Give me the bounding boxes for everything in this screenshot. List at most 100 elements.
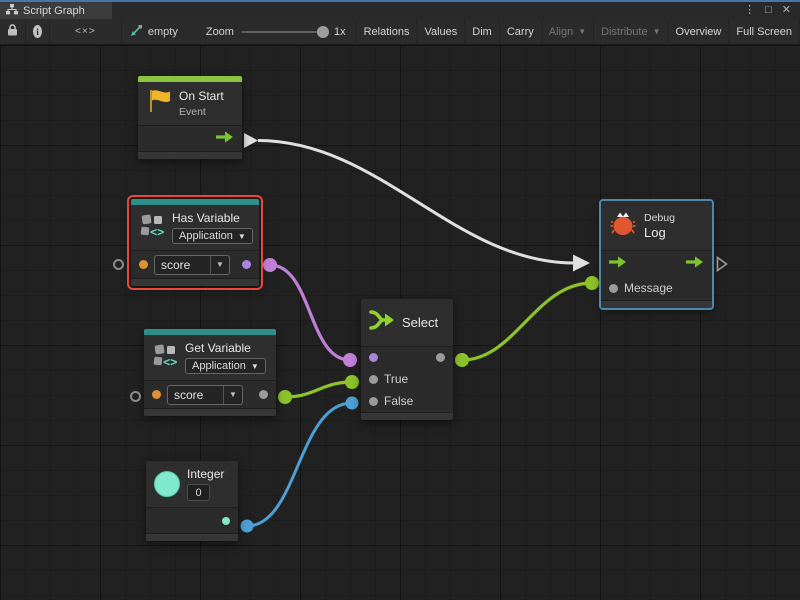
chevron-down-icon: ▼: [238, 232, 246, 241]
select-condition-row: [361, 346, 453, 368]
align-label: Align: [549, 26, 573, 38]
graph-pointer-icon: [129, 24, 143, 40]
node-select[interactable]: Select True False: [361, 299, 453, 420]
unconnected-flow-indicator[interactable]: [716, 256, 728, 277]
node-title: Has Variable: [172, 211, 253, 225]
dim-toggle[interactable]: Dim: [465, 19, 500, 44]
false-port-label: False: [384, 394, 413, 408]
node-debug-log[interactable]: Debug Log: [601, 201, 712, 308]
connection-onstart-to-log[interactable]: [244, 133, 590, 272]
node-subtitle: Event: [179, 106, 224, 118]
debug-log-message-row: Message: [601, 276, 712, 300]
false-input-port[interactable]: [369, 397, 378, 406]
select-icon: [369, 309, 395, 336]
zoom-slider-knob[interactable]: [317, 26, 329, 38]
graph-pointer-indicator: empty: [122, 19, 180, 44]
maximize-icon[interactable]: □: [765, 5, 772, 16]
flag-icon: [146, 88, 172, 119]
node-footer: [138, 151, 242, 159]
true-input-port[interactable]: [369, 375, 378, 384]
connection-select-to-log-message[interactable]: [455, 276, 599, 367]
values-label: Values: [424, 26, 457, 38]
zoom-label: Zoom: [206, 26, 234, 38]
variable-name-value: score: [155, 256, 210, 274]
node-title: Select: [402, 315, 438, 330]
selection-output-port[interactable]: [436, 353, 445, 362]
node-surtitle: Debug: [644, 212, 675, 224]
unconnected-port-indicator[interactable]: [113, 259, 124, 270]
align-dropdown[interactable]: Align ▼: [542, 19, 594, 44]
connection-integer-to-select-false[interactable]: [241, 397, 359, 533]
debug-log-flow-row: [601, 250, 712, 276]
distribute-label: Distribute: [601, 26, 647, 38]
zoom-slider[interactable]: [242, 31, 326, 33]
zoom-value: 1x: [334, 26, 346, 38]
on-start-output-row: [138, 125, 242, 151]
node-footer: [601, 300, 712, 308]
node-integer[interactable]: Integer 0: [146, 461, 238, 541]
name-input-port[interactable]: [152, 390, 161, 399]
tab-script-graph[interactable]: Script Graph: [0, 2, 112, 19]
carry-toggle[interactable]: Carry: [500, 19, 542, 44]
flow-input-port[interactable]: [609, 255, 627, 273]
code-icon: <×>: [75, 26, 96, 37]
svg-text:<>: <>: [150, 225, 164, 238]
chevron-down-icon: ▼: [653, 27, 661, 36]
on-start-header: On Start Event: [138, 82, 242, 125]
script-graph-window: Script Graph ⋮ □ ✕ i <×>: [0, 0, 800, 600]
fullscreen-label: Full Screen: [736, 26, 792, 38]
values-toggle[interactable]: Values: [417, 19, 465, 44]
unconnected-port-indicator[interactable]: [130, 391, 141, 402]
condition-input-port[interactable]: [369, 353, 378, 362]
bug-icon: [609, 209, 637, 242]
graph-hierarchy-icon: [6, 4, 18, 18]
get-variable-port-row: score ▼: [144, 380, 276, 408]
node-has-variable[interactable]: <> Has Variable Application ▼ score ▼: [131, 199, 259, 286]
tab-bar: Script Graph ⋮ □ ✕: [0, 2, 800, 19]
chevron-down-icon: ▼: [251, 362, 259, 371]
flow-output-port[interactable]: [686, 255, 704, 273]
fullscreen-button[interactable]: Full Screen: [729, 19, 800, 44]
relations-label: Relations: [364, 26, 410, 38]
chevron-down-icon: ▼: [578, 27, 586, 36]
close-icon[interactable]: ✕: [782, 5, 791, 16]
distribute-dropdown[interactable]: Distribute ▼: [594, 19, 668, 44]
variables-icon: <>: [152, 342, 178, 373]
debug-log-header: Debug Log: [601, 201, 712, 250]
variables-icon: <>: [139, 212, 165, 243]
has-variable-port-row: score ▼: [131, 250, 259, 278]
value-output-port[interactable]: [259, 390, 268, 399]
lock-button[interactable]: [0, 19, 26, 44]
variable-name-dropdown[interactable]: score ▼: [167, 385, 243, 405]
node-footer: [361, 412, 453, 420]
code-preview-button[interactable]: <×>: [50, 19, 122, 44]
menu-icon[interactable]: ⋮: [744, 5, 755, 16]
scope-value: Application: [179, 230, 233, 242]
variable-scope-dropdown[interactable]: Application ▼: [185, 358, 266, 374]
select-header: Select: [361, 299, 453, 346]
graph-canvas[interactable]: On Start Event: [0, 45, 800, 600]
overview-label: Overview: [676, 26, 722, 38]
name-input-port[interactable]: [139, 260, 148, 269]
window-controls: ⋮ □ ✕: [744, 2, 800, 19]
node-footer: [144, 408, 276, 416]
relations-toggle[interactable]: Relations: [357, 19, 418, 44]
node-title: On Start: [179, 89, 224, 103]
integer-output-row: [146, 507, 238, 533]
integer-value-field[interactable]: 0: [187, 484, 210, 501]
node-on-start[interactable]: On Start Event: [138, 76, 242, 159]
select-false-row: False: [361, 390, 453, 412]
inspect-button[interactable]: i: [26, 19, 50, 44]
node-get-variable[interactable]: <> Get Variable Application ▼ score ▼: [144, 329, 276, 416]
connection-hasvariable-to-select[interactable]: [263, 258, 357, 367]
bool-output-port[interactable]: [242, 260, 251, 269]
zoom-control: Zoom 1x: [180, 19, 357, 44]
flow-output-port[interactable]: [216, 130, 234, 148]
variable-name-dropdown[interactable]: score ▼: [154, 255, 230, 275]
overview-button[interactable]: Overview: [669, 19, 730, 44]
node-footer: [146, 533, 238, 541]
variable-scope-dropdown[interactable]: Application ▼: [172, 228, 253, 244]
message-input-port[interactable]: [609, 284, 618, 293]
svg-text:<>: <>: [163, 355, 177, 368]
integer-output-port[interactable]: [222, 517, 230, 525]
